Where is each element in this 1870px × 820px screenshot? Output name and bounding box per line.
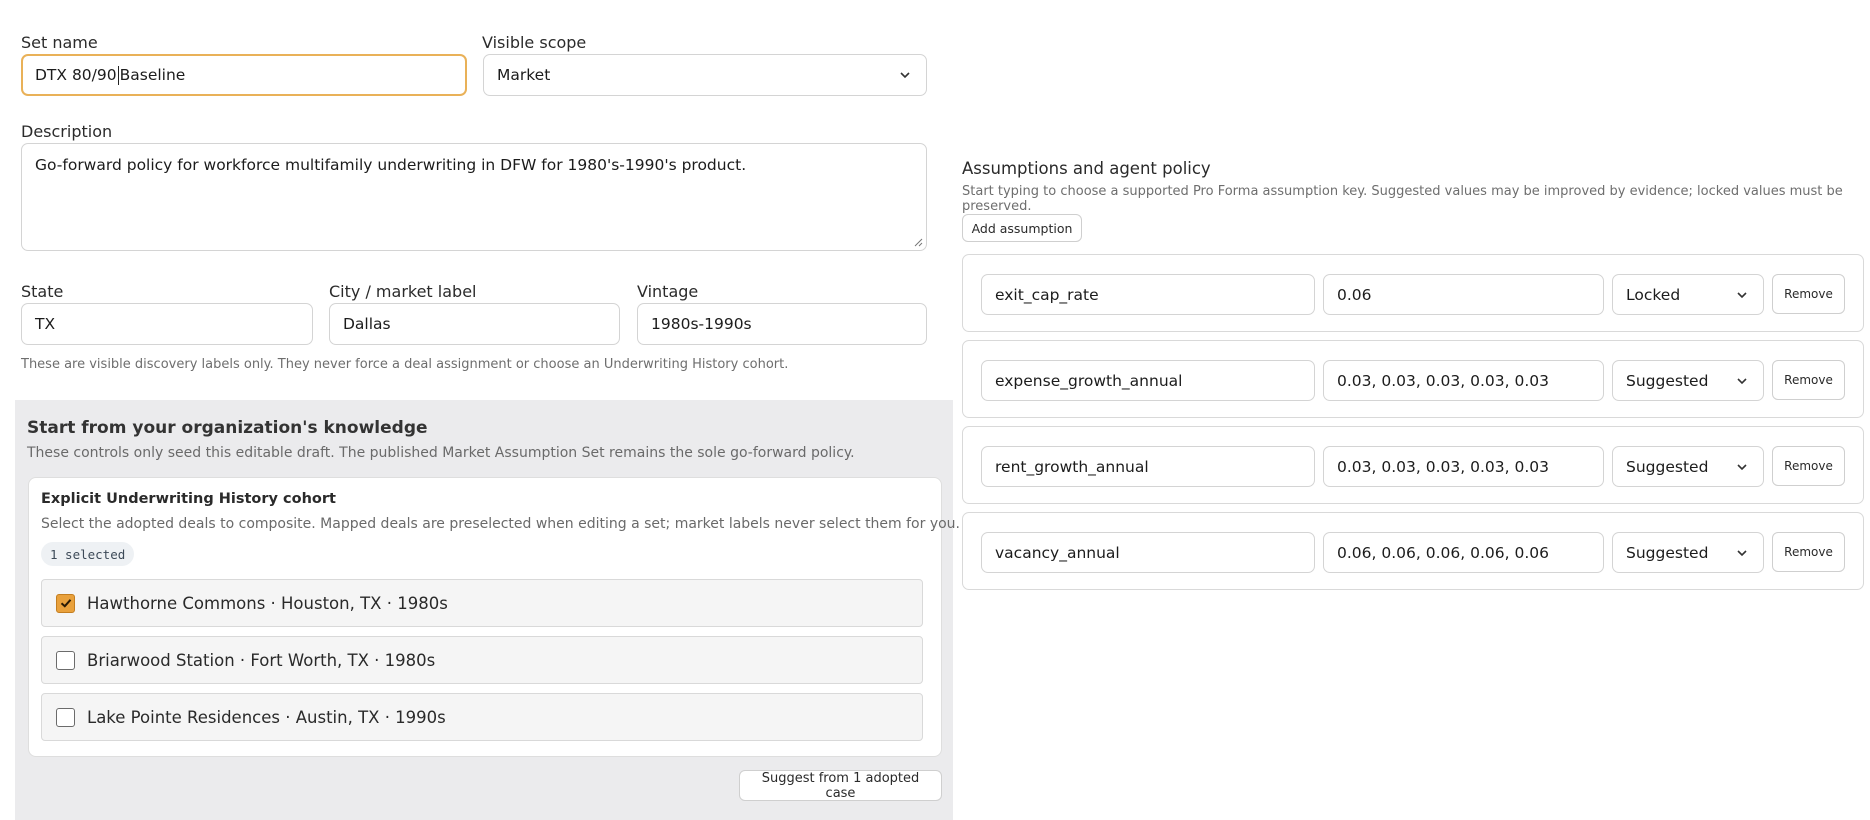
knowledge-subtitle: These controls only seed this editable d… [27,445,855,461]
chevron-down-icon [1737,377,1747,384]
city-value: Dallas [343,315,391,333]
add-assumption-button[interactable]: Add assumption [962,214,1082,242]
assumption-key-input[interactable]: exit_cap_rate [981,274,1315,315]
state-label: State [21,282,64,301]
city-label: City / market label [329,282,477,301]
policy-select[interactable]: Suggested [1612,446,1764,487]
set-name-label: Set name [21,33,98,52]
text-caret [117,65,119,85]
policy-select[interactable]: Suggested [1612,532,1764,573]
knowledge-title: Start from your organization's knowledge [27,418,428,438]
checkbox[interactable] [56,650,75,670]
assumption-value-input[interactable]: 0.06 [1323,274,1604,315]
assumption-value: 0.06, 0.06, 0.06, 0.06, 0.06 [1337,543,1549,562]
visible-scope-select[interactable]: Market [483,54,927,96]
policy-value: Suggested [1626,371,1709,390]
chevron-down-icon [1737,463,1747,470]
assumption-row-expense-growth: expense_growth_annual 0.03, 0.03, 0.03, … [962,340,1864,418]
assumption-key-input[interactable]: rent_growth_annual [981,446,1315,487]
policy-select[interactable]: Suggested [1612,360,1764,401]
checkbox-checked[interactable] [56,593,75,613]
assumption-key: expense_growth_annual [995,371,1183,390]
assumptions-hint: Start typing to choose a supported Pro F… [962,184,1843,214]
vintage-input[interactable]: 1980s-1990s [637,303,927,345]
policy-select[interactable]: Locked [1612,274,1764,315]
assumption-value-input[interactable]: 0.03, 0.03, 0.03, 0.03, 0.03 [1323,360,1604,401]
assumption-row-vacancy: vacancy_annual 0.06, 0.06, 0.06, 0.06, 0… [962,512,1864,590]
set-name-value-start: DTX 80/90 [35,66,117,84]
assumption-value: 0.06 [1337,285,1372,304]
deal-label: Briarwood Station · Fort Worth, TX · 198… [87,650,436,670]
checkbox[interactable] [56,707,75,727]
checkmark-icon [60,599,71,608]
assumption-key: exit_cap_rate [995,285,1099,304]
assumptions-title: Assumptions and agent policy [962,159,1211,178]
policy-value: Suggested [1626,543,1709,562]
state-value: TX [35,315,56,333]
deal-row-hawthorne[interactable]: Hawthorne Commons · Houston, TX · 1980s [41,579,923,627]
deal-label: Lake Pointe Residences · Austin, TX · 19… [87,707,446,727]
chevron-down-icon [1737,549,1747,556]
assumption-value: 0.03, 0.03, 0.03, 0.03, 0.03 [1337,371,1549,390]
remove-button[interactable]: Remove [1772,274,1845,314]
description-value: Go-forward policy for workforce multifam… [35,156,747,174]
assumption-key: rent_growth_annual [995,457,1149,476]
description-textarea[interactable]: Go-forward policy for workforce multifam… [21,143,927,251]
set-name-value-end: Baseline [119,66,186,84]
assumption-key: vacancy_annual [995,543,1120,562]
cohort-description: Select the adopted deals to composite. M… [41,516,961,532]
selected-count-badge: 1 selected [41,542,135,566]
assumption-value-input[interactable]: 0.03, 0.03, 0.03, 0.03, 0.03 [1323,446,1604,487]
assumption-key-input[interactable]: vacancy_annual [981,532,1315,573]
suggest-from-cases-button[interactable]: Suggest from 1 adopted case [739,770,942,801]
remove-button[interactable]: Remove [1772,532,1845,572]
city-input[interactable]: Dallas [329,303,620,345]
assumption-row-exit-cap-rate: exit_cap_rate 0.06 Locked Remove [962,254,1864,332]
set-name-input[interactable]: DTX 80/90 Baseline [21,54,467,96]
policy-value: Suggested [1626,457,1709,476]
remove-button[interactable]: Remove [1772,446,1845,486]
cohort-title: Explicit Underwriting History cohort [41,491,336,507]
state-input[interactable]: TX [21,303,313,345]
deal-label: Hawthorne Commons · Houston, TX · 1980s [87,593,448,613]
deal-row-lake-pointe[interactable]: Lake Pointe Residences · Austin, TX · 19… [41,693,923,741]
vintage-label: Vintage [637,282,699,301]
assumption-row-rent-growth: rent_growth_annual 0.03, 0.03, 0.03, 0.0… [962,426,1864,504]
description-label: Description [21,122,113,141]
assumption-key-input[interactable]: expense_growth_annual [981,360,1315,401]
chevron-down-icon [900,72,910,79]
assumption-value: 0.03, 0.03, 0.03, 0.03, 0.03 [1337,457,1549,476]
resize-handle-icon[interactable] [913,237,923,247]
deal-row-briarwood[interactable]: Briarwood Station · Fort Worth, TX · 198… [41,636,923,684]
policy-value: Locked [1626,285,1681,304]
visible-scope-label: Visible scope [482,33,587,52]
vintage-value: 1980s-1990s [651,315,752,333]
visible-scope-value: Market [497,66,551,84]
labels-hint: These are visible discovery labels only.… [21,357,789,372]
assumption-value-input[interactable]: 0.06, 0.06, 0.06, 0.06, 0.06 [1323,532,1604,573]
chevron-down-icon [1737,291,1747,298]
remove-button[interactable]: Remove [1772,360,1845,400]
